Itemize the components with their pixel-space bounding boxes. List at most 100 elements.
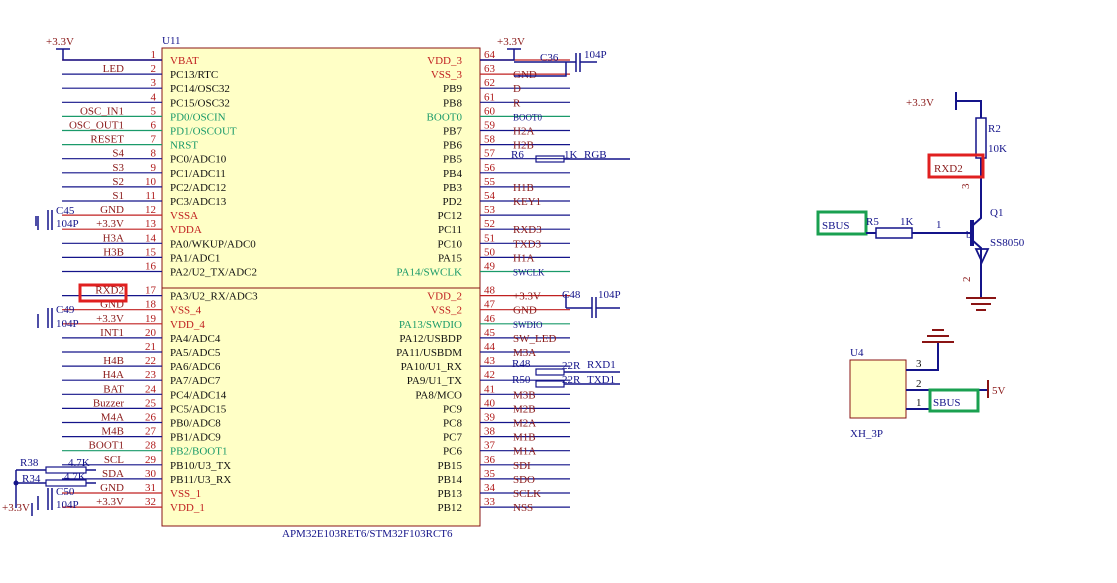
left-pin-number: 2 — [151, 63, 157, 75]
right-pin-name: PB8 — [443, 97, 462, 109]
r2-value: 10K — [988, 143, 1007, 155]
left-pin-name: PA2/U2_TX/ADC2 — [170, 267, 257, 279]
left-pin-number: 25 — [145, 397, 157, 409]
right-pin-name: PA13/SWDIO — [399, 319, 462, 331]
right-pin-name: PB5 — [443, 154, 462, 166]
right-pin-name: PB15 — [438, 460, 463, 472]
r2-label: R2 — [988, 123, 1001, 135]
left-net-label: SDA — [102, 468, 124, 480]
vcc-left-label: +3.3V — [46, 36, 74, 48]
right-pin-number: 64 — [484, 49, 496, 61]
left-pin-name: PC2/ADC12 — [170, 182, 226, 194]
r5-label: R5 — [866, 216, 879, 228]
right-pin-number: 50 — [484, 246, 496, 258]
u4-part: XH_3P — [850, 428, 883, 440]
left-net-label: H3B — [103, 246, 124, 258]
left-net-label: H3A — [103, 232, 124, 244]
ic-part: APM32E103RET6/STM32F103RCT6 — [282, 528, 453, 540]
left-pin-number: 3 — [151, 77, 157, 89]
right-pin-number: 54 — [484, 190, 496, 202]
left-net-label: S2 — [112, 176, 124, 188]
right-pin-name: PB6 — [443, 140, 462, 152]
right-net-label: +3.3V — [513, 291, 541, 303]
left-pin-number: 31 — [145, 482, 156, 494]
right-pin-name: PC11 — [438, 224, 462, 236]
right-pin-number: 39 — [484, 412, 496, 424]
q1-b-label: b — [966, 229, 972, 241]
right-net-label: SDO — [513, 474, 535, 486]
c48-label: C48 — [562, 289, 581, 301]
right-net-label: GND — [513, 305, 537, 317]
right-pin-name: PB7 — [443, 126, 462, 138]
u4-label: U4 — [850, 347, 864, 359]
c45-label: C45 — [56, 205, 75, 217]
right-pin-name: VSS_2 — [431, 305, 462, 317]
left-pin-number: 18 — [145, 299, 157, 311]
q1-gnd-symbol — [966, 297, 996, 311]
right-pin-number: 36 — [484, 454, 496, 466]
right-pin-name: PA15 — [438, 252, 463, 264]
u4-pin3: 3 — [916, 358, 922, 370]
ic-ref: U11 — [162, 35, 181, 47]
left-pin-name: PC14/OSC32 — [170, 83, 230, 95]
left-pin-name: PB11/U3_RX — [170, 474, 231, 486]
right-pin-number: 52 — [484, 218, 495, 230]
right-pin-name: PA9/U1_TX — [407, 375, 462, 387]
right-pin-number: 35 — [484, 468, 496, 480]
right-pin-number: 48 — [484, 285, 496, 297]
left-net-label: INT1 — [100, 327, 124, 339]
left-pin-number: 26 — [145, 412, 157, 424]
left-pin-name: PD0/OSCIN — [170, 111, 226, 123]
left-pin-number: 19 — [145, 313, 157, 325]
u4-pin1: 1 — [916, 397, 922, 409]
right-pin-number: 45 — [484, 327, 496, 339]
left-pin-name: PA3/U2_RX/ADC3 — [170, 291, 258, 303]
right-pin-number: 57 — [484, 148, 496, 160]
vcc-right-label: +3.3V — [497, 36, 525, 48]
sbus-tag: SBUS — [822, 220, 850, 232]
right-pin-number: 34 — [484, 482, 496, 494]
left-net-label: +3.3V — [96, 496, 124, 508]
right-net-label: M1A — [513, 446, 536, 458]
left-pin-name: PC0/ADC10 — [170, 154, 227, 166]
right-pin-number: 38 — [484, 426, 496, 438]
right-pin-name: PC6 — [443, 446, 462, 458]
r2-body — [975, 117, 987, 159]
left-pin-name: PC15/OSC32 — [170, 97, 230, 109]
left-pin-name: PC1/ADC11 — [170, 168, 226, 180]
left-pin-name: PC5/ADC15 — [170, 403, 227, 415]
right-net-label: H2A — [513, 126, 534, 138]
right-pin-name: PC12 — [438, 210, 462, 222]
c36-value: 104P — [584, 49, 607, 61]
r50-label: R50 — [512, 374, 531, 386]
q1-pin1: 1 — [936, 219, 942, 231]
right-pin-name: PB4 — [443, 168, 462, 180]
right-pin-number: 58 — [484, 134, 496, 146]
left-pin-name: VDD_1 — [170, 502, 205, 514]
left-net-label: S3 — [112, 162, 124, 174]
left-net-label: M4A — [101, 412, 124, 424]
right-pin-name: PB14 — [438, 474, 463, 486]
right-pin-number: 59 — [484, 120, 496, 132]
left-pin-number: 12 — [145, 204, 156, 216]
c45-value: 104P — [56, 218, 79, 230]
right-pin-number: 46 — [484, 313, 496, 325]
right-net-label: TXD3 — [513, 238, 542, 250]
right-net-label: SCLK — [513, 488, 541, 500]
left-pin-number: 7 — [151, 134, 157, 146]
left-pin-name: PA1/ADC1 — [170, 252, 220, 264]
right-pin-name: VDD_3 — [427, 55, 462, 67]
right-pin-name: VDD_2 — [427, 291, 462, 303]
left-pin-number: 10 — [145, 176, 157, 188]
q1-pin3: 3 — [960, 183, 972, 189]
left-pin-number: 21 — [145, 341, 156, 353]
right-pin-number: 55 — [484, 176, 496, 188]
u4-gnd-symbol — [922, 329, 954, 343]
c50-value: 104P — [56, 499, 79, 511]
r38-label: R38 — [20, 457, 39, 469]
left-pin-name: PC3/ADC13 — [170, 196, 227, 208]
left-net-label: GND — [100, 204, 124, 216]
right-pin-number: 44 — [484, 341, 496, 353]
right-pin-name: PB3 — [443, 182, 462, 194]
left-net-label: +3.3V — [96, 313, 124, 325]
